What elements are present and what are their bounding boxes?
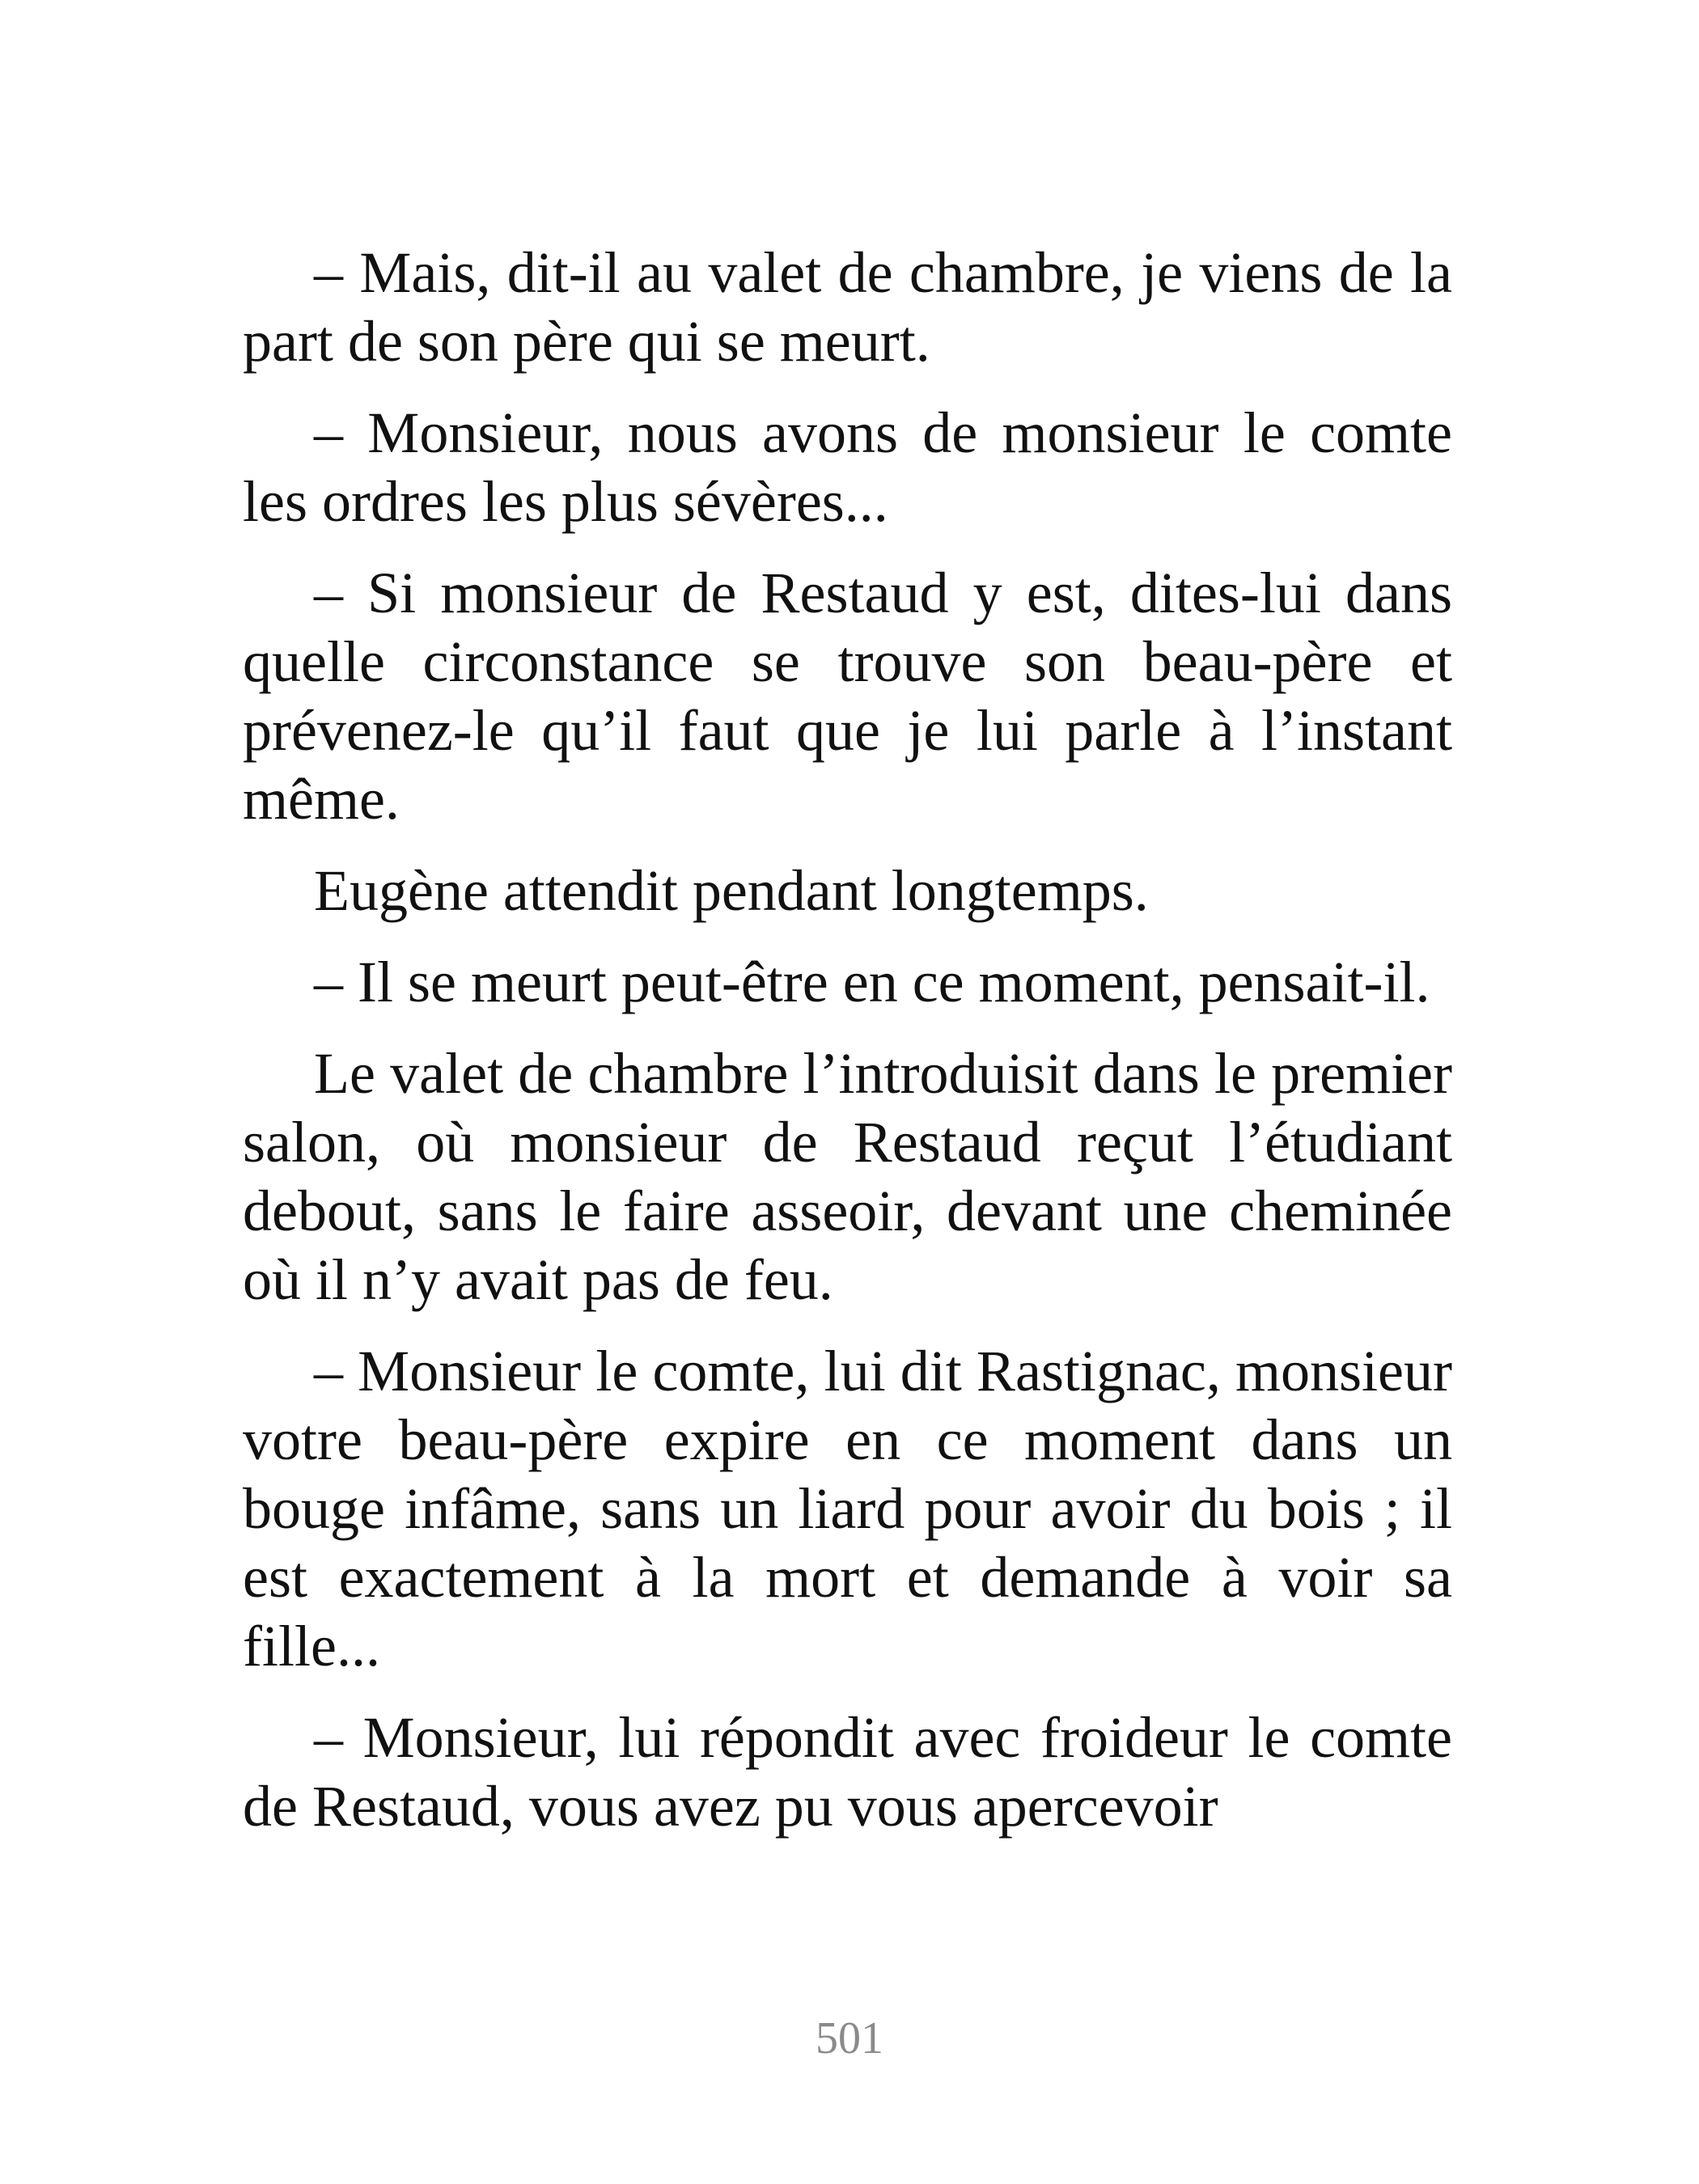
book-page: – Mais, dit-il au valet de chambre, je v… <box>0 0 1699 2184</box>
page-number: 501 <box>816 2013 883 2063</box>
body-text: – Mais, dit-il au valet de chambre, je v… <box>243 239 1452 1864</box>
paragraph-5: – Il se meurt peut-être en ce moment, pe… <box>314 950 1430 1014</box>
paragraph-1: – Mais, dit-il au valet de chambre, je v… <box>243 240 1452 374</box>
paragraph-8: – Monsieur, lui répondit avec froideur l… <box>243 1705 1452 1839</box>
paragraph-2: – Monsieur, nous avons de monsieur le co… <box>243 400 1452 534</box>
paragraph-4: Eugène attendit pendant longtemps. <box>314 858 1149 923</box>
paragraph-6: Le valet de chambre l’introduisit dans l… <box>243 1041 1452 1312</box>
paragraph-3: – Si monsieur de Restaud y est, dites-lu… <box>243 561 1452 832</box>
paragraph-7: – Monsieur le comte, lui dit Rastignac, … <box>243 1339 1452 1678</box>
